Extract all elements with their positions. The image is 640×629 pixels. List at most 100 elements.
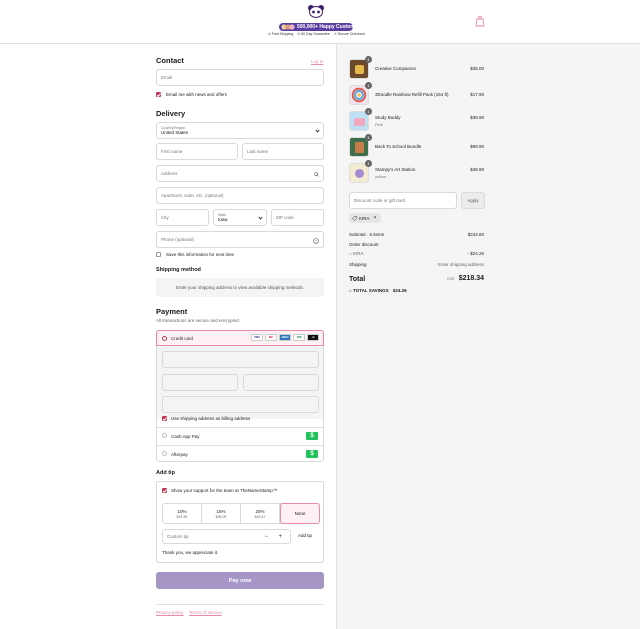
tip-option-none[interactable]: None bbox=[280, 503, 320, 524]
tip-options: 10% $21.83 15% $35.09 20% $43.67 None bbox=[162, 503, 320, 524]
card-name-field[interactable] bbox=[162, 396, 319, 413]
tip-pct: 15% bbox=[216, 508, 226, 514]
tip-option-20[interactable]: 20% $43.67 bbox=[241, 504, 280, 523]
amex-icon: AMEX bbox=[279, 334, 291, 341]
help-icon[interactable]: ? bbox=[313, 237, 319, 244]
news-label: Email me with news and offers bbox=[166, 92, 227, 97]
tip-title: Add tip bbox=[156, 470, 175, 476]
afterpay-radio[interactable] bbox=[162, 451, 167, 456]
city-field[interactable]: City bbox=[156, 209, 209, 226]
svg-text:?: ? bbox=[315, 239, 317, 243]
product-price: $49.90 bbox=[470, 167, 484, 172]
country-select[interactable]: Country/Region United States bbox=[156, 122, 324, 139]
discount-tag-label: KIRA bbox=[359, 215, 370, 221]
product-name: Study Buddy bbox=[375, 115, 401, 120]
rainbow-spool-icon bbox=[351, 87, 367, 103]
product-variant: yellow bbox=[375, 174, 387, 179]
payment-subtitle: All transactions are secure and encrypte… bbox=[156, 318, 241, 323]
privacy-policy-link[interactable]: Privacy policy bbox=[156, 610, 184, 615]
tip-option-15[interactable]: 15% $35.09 bbox=[202, 504, 241, 523]
quantity-badge: 1 bbox=[365, 108, 372, 115]
product-variant: Pink bbox=[375, 122, 383, 127]
chevron-down-icon bbox=[315, 127, 320, 133]
jcb-icon: JCB bbox=[293, 334, 305, 341]
state-select[interactable]: State Iowa bbox=[213, 209, 267, 226]
tip-thanks: Thank you, we appreciate it. bbox=[162, 550, 219, 555]
state-value: Iowa bbox=[218, 217, 228, 222]
shipping-label: Shipping bbox=[349, 262, 367, 267]
apply-button[interactable]: Apply bbox=[461, 192, 485, 209]
apply-label: Apply bbox=[467, 198, 479, 203]
customer-avatars-icon bbox=[281, 24, 295, 30]
discount-tag: KIRA × bbox=[349, 213, 381, 223]
cashapp-option[interactable]: Cash App Pay $ bbox=[157, 428, 323, 444]
first-name-field[interactable]: First name bbox=[156, 143, 238, 160]
email-placeholder: Email bbox=[161, 75, 173, 80]
payment-title: Payment bbox=[156, 307, 188, 316]
city-placeholder: City bbox=[161, 215, 169, 220]
search-icon bbox=[314, 172, 319, 177]
tip-none-label: None bbox=[294, 511, 306, 516]
address-placeholder: Address bbox=[161, 171, 178, 176]
checkout-header: 500,000+ Happy Customers ⊙ Fast Shipping… bbox=[0, 0, 640, 44]
remove-discount-icon[interactable]: × bbox=[374, 215, 377, 221]
delivery-title: Delivery bbox=[156, 109, 186, 118]
discount-code-field[interactable]: Discount code or gift card bbox=[349, 192, 457, 209]
happy-customers-badge: 500,000+ Happy Customers bbox=[279, 23, 362, 31]
card-cvc-field[interactable] bbox=[243, 374, 319, 391]
address-field[interactable]: Address bbox=[156, 165, 324, 182]
quantity-badge: 1 bbox=[365, 160, 372, 167]
discount-code-row: ⌂ KIRA - $24.26 bbox=[349, 251, 485, 256]
zip-field[interactable]: ZIP code bbox=[271, 209, 324, 226]
email-field[interactable]: Email bbox=[156, 69, 324, 86]
credit-card-radio[interactable] bbox=[162, 336, 167, 341]
save-info-checkbox[interactable] bbox=[156, 252, 161, 257]
phone-field[interactable]: Phone (optional) ? bbox=[156, 231, 324, 248]
perks-row: ⊙ Fast Shipping ⊙ 60 Day Guarantee ⊙ Sec… bbox=[268, 32, 368, 36]
custom-tip-field[interactable]: Custom tip − + bbox=[162, 529, 291, 544]
custom-tip-placeholder: Custom tip bbox=[167, 534, 189, 539]
product-name: Stampy's Art Station bbox=[375, 167, 416, 172]
quantity-badge: 1 bbox=[365, 56, 372, 63]
subtotal-label: Subtotal · 5 items bbox=[349, 232, 385, 237]
credit-card-option[interactable]: Credit card VISA MC AMEX JCB +4 bbox=[156, 330, 324, 346]
cashapp-icon: $ bbox=[306, 432, 318, 440]
tip-amount: $21.83 bbox=[176, 514, 188, 519]
billing-same-checkbox[interactable] bbox=[162, 416, 167, 421]
order-discount-label: Order discount bbox=[349, 242, 379, 247]
plus-icon[interactable]: + bbox=[278, 534, 282, 540]
minus-icon[interactable]: − bbox=[264, 534, 268, 540]
discount-code-label: ⌂ KIRA bbox=[349, 251, 364, 256]
shopping-bag-icon[interactable] bbox=[474, 15, 486, 27]
add-tip-button[interactable]: Add tip bbox=[298, 533, 312, 538]
afterpay-option[interactable]: Afterpay $ bbox=[157, 446, 323, 462]
card-number-field[interactable] bbox=[162, 351, 319, 368]
tip-option-10[interactable]: 10% $21.83 bbox=[163, 504, 202, 523]
cashapp-label: Cash App Pay bbox=[171, 433, 200, 439]
pay-now-button[interactable]: Pay now bbox=[156, 572, 324, 589]
tip-support-checkbox[interactable] bbox=[162, 488, 167, 493]
cashapp-radio[interactable] bbox=[162, 433, 167, 438]
perk-secure: ⊙ Secure Checkout bbox=[333, 32, 365, 36]
shipping-notice: Enter your shipping address to view avai… bbox=[156, 278, 324, 297]
credit-card-label: Credit card bbox=[171, 335, 194, 341]
store-logo[interactable]: 500,000+ Happy Customers ⊙ Fast Shipping… bbox=[268, 4, 365, 38]
news-checkbox[interactable] bbox=[156, 92, 161, 97]
login-link[interactable]: Log in bbox=[311, 59, 323, 64]
order-item: 1 3Doodle Rainbow Refill Pack (164 ft) $… bbox=[349, 82, 485, 107]
panda-mascot-icon bbox=[308, 5, 324, 18]
product-price: $35.00 bbox=[470, 66, 484, 71]
last-name-field[interactable]: Last name bbox=[242, 143, 324, 160]
contact-title: Contact bbox=[156, 56, 184, 65]
terms-link[interactable]: Terms of service bbox=[189, 610, 222, 615]
card-expiry-field[interactable] bbox=[162, 374, 238, 391]
product-name: Creative Companion bbox=[375, 66, 417, 71]
zip-placeholder: ZIP code bbox=[276, 215, 294, 220]
product-name: Back To School Bundle bbox=[375, 144, 422, 149]
apartment-field[interactable]: Apartment, suite, etc. (optional) bbox=[156, 187, 324, 204]
total-savings-row: ⌂ TOTAL SAVINGS $24.26 bbox=[349, 288, 485, 293]
card-form bbox=[157, 346, 323, 419]
perk-guarantee: ⊙ 60 Day Guarantee bbox=[297, 32, 330, 36]
afterpay-label: Afterpay bbox=[171, 451, 188, 457]
product-price: $99.90 bbox=[470, 144, 484, 149]
